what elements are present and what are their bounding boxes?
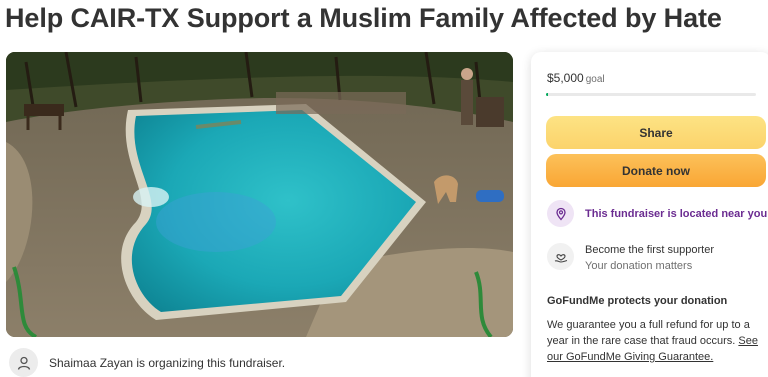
donation-card: $5,000 goal Share Donate now This fundrai… xyxy=(531,52,768,377)
first-supporter-subtitle: Your donation matters xyxy=(585,260,693,272)
page: Help CAIR-TX Support a Muslim Family Aff… xyxy=(0,0,768,377)
organizer-row: Shaimaa Zayan is organizing this fundrai… xyxy=(9,348,285,377)
location-text: This fundraiser is located near you xyxy=(585,207,768,220)
organizer-text: Shaimaa Zayan is organizing this fundrai… xyxy=(49,355,286,370)
progress-fill xyxy=(546,93,549,96)
location-row: This fundraiser is located near you xyxy=(547,200,767,227)
goal-text: $5,000 goal xyxy=(547,71,605,85)
protection-title: GoFundMe protects your donation xyxy=(547,295,728,307)
protection-body: We guarantee you a full refund for up to… xyxy=(547,317,765,365)
first-supporter-texts: Become the first supporter Your donation… xyxy=(585,243,714,274)
progress-bar xyxy=(546,93,756,96)
location-pin-icon xyxy=(547,200,574,227)
goal-label: goal xyxy=(585,74,605,85)
donate-now-button[interactable]: Donate now xyxy=(546,154,766,187)
user-avatar-icon xyxy=(9,348,38,377)
campaign-photo[interactable] xyxy=(6,52,513,337)
goal-amount: $5,000 xyxy=(547,71,584,85)
heart-hand-icon xyxy=(547,243,574,270)
page-title: Help CAIR-TX Support a Muslim Family Aff… xyxy=(5,3,722,33)
protection-text: We guarantee you a full refund for up to… xyxy=(547,319,750,347)
share-button[interactable]: Share xyxy=(546,116,766,149)
first-supporter-title: Become the first supporter xyxy=(585,244,715,256)
first-supporter-row: Become the first supporter Your donation… xyxy=(547,243,714,274)
